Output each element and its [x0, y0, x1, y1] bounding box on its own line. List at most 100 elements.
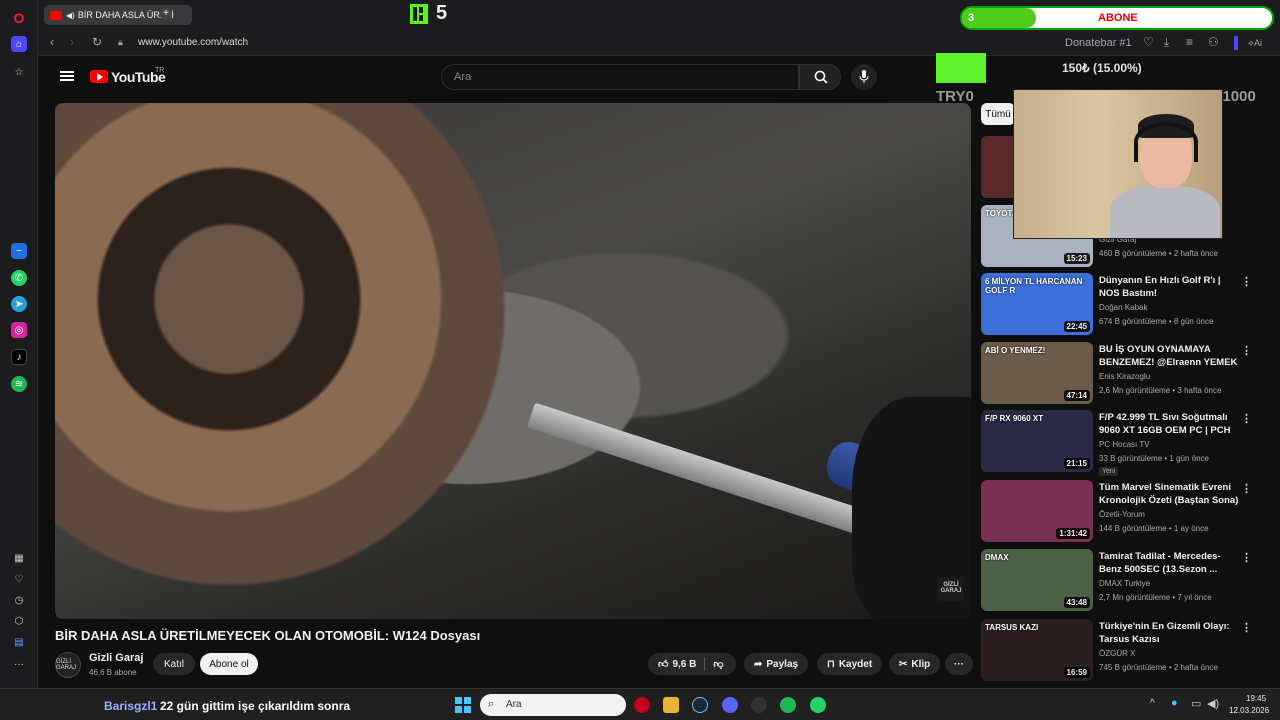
like-dislike-group: 👍︎ 9,6 B 👎︎ [648, 653, 736, 675]
back-icon[interactable]: ‹ [50, 35, 54, 49]
menu-icon[interactable] [60, 71, 74, 81]
discord-icon[interactable] [722, 697, 738, 713]
subscribe-button[interactable]: Abone ol [200, 653, 258, 675]
video-title[interactable]: Dünyanın En Hızlı Golf R'ı | NOS Bastım! [1099, 274, 1239, 300]
more-icon[interactable]: ··· [11, 656, 27, 672]
network-icon[interactable]: ▭ [1191, 697, 1201, 710]
reload-icon[interactable]: ↻ [92, 35, 102, 49]
file-explorer-icon[interactable] [663, 697, 679, 713]
bookmark-heart-icon[interactable]: ♡ [1143, 35, 1154, 49]
taskbar-search[interactable]: Ara [480, 694, 626, 716]
more-options-icon[interactable]: ⋮ [1241, 482, 1252, 495]
ticker-text: 22 gün gittim işe çıkarıldım sonra [160, 699, 351, 713]
voice-search-button[interactable] [851, 64, 877, 90]
download-icon[interactable]: ⤓ [1164, 35, 1169, 50]
video-thumbnail[interactable]: TARSUS KAZI 16:59 [981, 619, 1093, 681]
extensions-icon[interactable]: ▦ [11, 550, 27, 566]
channel-name[interactable]: Enis Kirazoglu [1099, 372, 1150, 381]
video-title[interactable]: F/P 42.999 TL Sıvı Soğutmalı 9060 XT 16G… [1099, 411, 1239, 437]
windows-start-icon[interactable] [455, 697, 471, 713]
url-field[interactable]: www.youtube.com/watch [138, 37, 248, 48]
channel-name[interactable]: Doğan Kabak [1099, 303, 1147, 312]
channel-avatar[interactable]: GİZLİ GARAJ [55, 652, 81, 678]
chip-all[interactable]: Tümü [981, 103, 1015, 125]
recommendation-item[interactable]: 6 MİLYON TL HARCANAN GOLF R 22:45 Dünyanın… [981, 273, 1265, 335]
clock-date[interactable]: 12.03.2026 [1229, 706, 1269, 715]
box-icon[interactable]: ⬡ [11, 613, 27, 629]
app-icon[interactable] [751, 697, 767, 713]
channel-watermark[interactable]: GİZLİ GARAJ [938, 577, 964, 601]
video-title[interactable]: Tüm Marvel Sinematik Evreni Kronolojik Ö… [1099, 481, 1239, 507]
more-options-icon[interactable]: ⋮ [1241, 551, 1252, 564]
more-options-icon[interactable]: ⋮ [1241, 621, 1252, 634]
history-icon[interactable]: ◷ [11, 592, 27, 608]
messenger-icon[interactable]: ~ [11, 243, 27, 259]
home-icon[interactable]: ⌂ [11, 36, 27, 52]
easy-setup-icon[interactable]: ≡ [1186, 35, 1193, 49]
video-title[interactable]: Türkiye'nin En Gizemli Olayı: Tarsus Kaz… [1099, 620, 1239, 646]
channel-name[interactable]: ÖZGÜR X [1099, 649, 1135, 658]
recommendation-item[interactable]: DMAX 43:48 Tamirat Tadilat - Mercedes-Benz… [981, 549, 1265, 611]
more-options-icon[interactable]: ⋮ [1241, 344, 1252, 357]
ai-icon[interactable]: ⟡Ai [1248, 38, 1262, 49]
video-thumbnail[interactable]: 6 MİLYON TL HARCANAN GOLF R 22:45 [981, 273, 1093, 335]
tiktok-icon[interactable]: ♪ [11, 349, 27, 365]
instagram-icon[interactable]: ◎ [11, 322, 27, 338]
video-thumbnail[interactable]: ABİ O YENMEZ! 47:14 [981, 342, 1093, 404]
save-icon: ⊓ [827, 658, 835, 670]
speaker-icon[interactable]: ◀) [66, 11, 75, 20]
dislike-icon[interactable]: 👎︎ [713, 658, 723, 670]
search-button[interactable] [799, 64, 841, 90]
opera-taskbar-icon[interactable] [634, 697, 650, 713]
spotify-taskbar-icon[interactable] [780, 697, 796, 713]
share-button[interactable]: ➦ Paylaş [744, 653, 809, 675]
channel-name[interactable]: Özetli-Yorum [1099, 510, 1145, 519]
new-tab-icon[interactable]: + [160, 8, 172, 20]
whatsapp-icon[interactable]: ✆ [11, 270, 27, 286]
recommendation-item[interactable]: F/P RX 9060 XT 21:15 F/P 42.999 TL Sıvı So… [981, 410, 1265, 476]
heart-icon[interactable]: ♡ [11, 571, 27, 587]
like-count[interactable]: 9,6 B [672, 659, 696, 670]
mic-tray-icon[interactable]: ● [1171, 697, 1178, 709]
volume-icon[interactable]: ◀) [1207, 697, 1219, 710]
video-player[interactable]: GİZLİ GARAJ [55, 103, 971, 619]
profile-icon[interactable]: ⚇ [1208, 35, 1219, 49]
recommendation-item[interactable]: 1:31:42 Tüm Marvel Sinematik Evreni Krono… [981, 480, 1265, 542]
video-title[interactable]: Tamirat Tadilat - Mercedes-Benz 500SEC (… [1099, 550, 1239, 576]
recommendation-item[interactable]: TARSUS KAZI 16:59 Türkiye'nin En Gizemli O… [981, 619, 1265, 681]
divider [704, 657, 706, 671]
region-code: TR [155, 67, 165, 74]
save-button[interactable]: ⊓ Kaydet [817, 653, 883, 675]
channel-name[interactable]: DMAX Turkiye [1099, 579, 1150, 588]
spotify-icon[interactable]: ≋ [11, 376, 27, 392]
channel-name[interactable]: PC Hocası TV [1099, 440, 1150, 449]
wallet-icon[interactable]: ▤ [11, 634, 27, 650]
video-thumbnail[interactable]: DMAX 43:48 [981, 549, 1093, 611]
recommendation-item[interactable]: ABİ O YENMEZ! 47:14 BU İŞ OYUN OYNAMAYA BE… [981, 342, 1265, 404]
donate-min: TRY0 [936, 88, 974, 105]
video-thumbnail[interactable]: F/P RX 9060 XT 21:15 [981, 410, 1093, 472]
more-options-icon[interactable]: ⋮ [1241, 412, 1252, 425]
forward-icon[interactable]: › [70, 35, 74, 49]
channel-name[interactable]: Gizli Garaj [89, 652, 143, 664]
youtube-logo-icon[interactable] [90, 70, 108, 83]
star-icon[interactable]: ☆ [11, 64, 27, 80]
video-meta: 674 B görüntüleme • 8 gün önce [1099, 317, 1214, 326]
clip-button[interactable]: ✂ Klip [889, 653, 941, 675]
opera-logo-icon[interactable]: O [11, 10, 27, 26]
telegram-icon[interactable]: ➤ [11, 296, 27, 312]
more-icon: ··· [954, 658, 964, 670]
video-meta: 2,7 Mn görüntüleme • 7 yıl önce [1099, 593, 1212, 602]
more-actions-button[interactable]: ··· [945, 653, 973, 675]
thumbnail-text: DMAX [985, 553, 1009, 562]
video-title[interactable]: BU İŞ OYUN OYNAMAYA BENZEMEZ! @Elraenn Y… [1099, 343, 1239, 369]
like-icon[interactable]: 👍︎ [658, 658, 668, 670]
join-button[interactable]: Katıl [153, 653, 195, 675]
video-thumbnail[interactable]: 1:31:42 [981, 480, 1093, 542]
chevron-up-icon[interactable]: ^ [1150, 698, 1155, 709]
search-input[interactable]: Ara [441, 64, 799, 90]
more-options-icon[interactable]: ⋮ [1241, 275, 1252, 288]
clock-time[interactable]: 19:45 [1246, 694, 1266, 703]
whatsapp-taskbar-icon[interactable] [810, 697, 826, 713]
steam-icon[interactable] [692, 697, 708, 713]
